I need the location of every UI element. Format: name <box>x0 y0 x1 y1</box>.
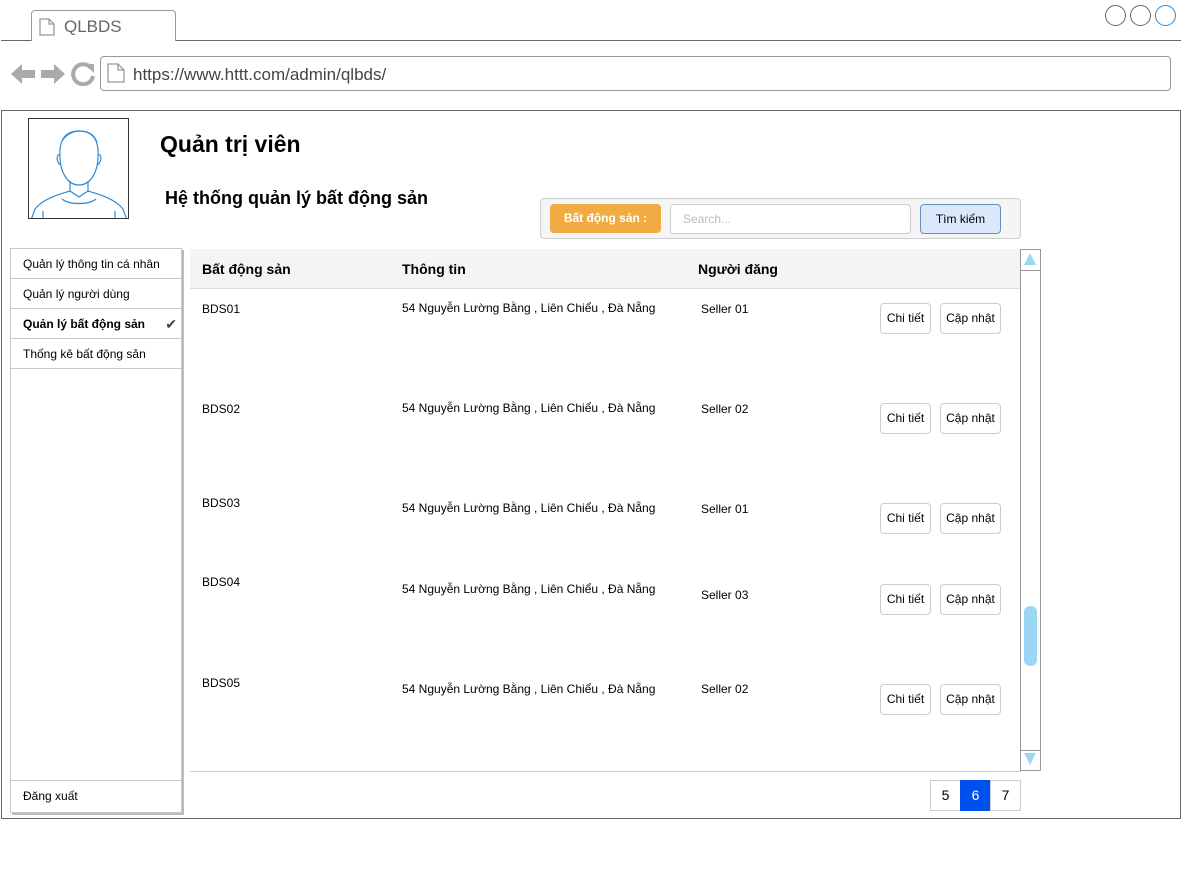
address-bar[interactable]: https://www.httt.com/admin/qlbds/ <box>100 56 1171 91</box>
column-header-info: Thông tin <box>402 261 466 277</box>
update-button[interactable]: Cập nhật <box>940 584 1001 615</box>
table-row: BDS02 54 Nguyễn Lường Bằng , Liên Chiểu … <box>190 389 1021 490</box>
maximize-button[interactable] <box>1130 5 1151 26</box>
detail-button[interactable]: Chi tiết <box>880 303 931 334</box>
detail-button[interactable]: Chi tiết <box>880 584 931 615</box>
table-row: BDS04 54 Nguyễn Lường Bằng , Liên Chiểu … <box>190 570 1021 671</box>
page-title: Quản trị viên <box>160 131 301 157</box>
browser-tab[interactable]: QLBDS <box>31 10 176 42</box>
forward-arrow-icon[interactable] <box>41 62 65 91</box>
scroll-up-arrow-icon[interactable] <box>1024 253 1036 265</box>
table-row: BDS01 54 Nguyễn Lường Bằng , Liên Chiểu … <box>190 289 1021 390</box>
property-info: 54 Nguyễn Lường Bằng , Liên Chiểu , Đà N… <box>402 682 656 696</box>
property-id: BDS02 <box>202 402 241 416</box>
property-id: BDS04 <box>202 575 241 589</box>
poster-name: Seller 02 <box>701 682 749 696</box>
property-info: 54 Nguyễn Lường Bằng , Liên Chiểu , Đà N… <box>402 301 656 315</box>
reload-icon[interactable] <box>71 62 95 91</box>
tab-bar <box>1 1 1181 41</box>
page-subtitle: Hệ thống quản lý bất động sản <box>165 188 428 208</box>
poster-name: Seller 01 <box>701 302 749 316</box>
logout-button[interactable]: Đăng xuất <box>11 780 181 811</box>
sidebar-item-statistics[interactable]: Thống kê bất động sản <box>11 339 181 369</box>
sidebar-item-label: Quản lý người dùng <box>23 287 130 301</box>
vertical-scrollbar[interactable] <box>1020 249 1041 771</box>
sidebar-item-label: Quản lý bất động sản <box>23 317 146 331</box>
property-id: BDS01 <box>202 302 241 316</box>
property-id: BDS03 <box>202 496 241 510</box>
sidebar-item-users[interactable]: Quản lý người dùng <box>11 279 181 309</box>
sidebar: Quản lý thông tin cá nhân Quản lý người … <box>10 248 182 813</box>
update-button[interactable]: Cập nhật <box>940 303 1001 334</box>
poster-name: Seller 01 <box>701 502 749 516</box>
detail-button[interactable]: Chi tiết <box>880 684 931 715</box>
property-id: BDS05 <box>202 676 241 690</box>
column-header-property: Bất động sản <box>202 261 291 277</box>
minimize-button[interactable] <box>1105 5 1126 26</box>
property-info: 54 Nguyễn Lường Bằng , Liên Chiểu , Đà N… <box>402 401 656 415</box>
page-button-7[interactable]: 7 <box>990 780 1021 811</box>
page-button-6[interactable]: 6 <box>960 780 991 811</box>
scrollbar-thumb[interactable] <box>1024 606 1037 666</box>
poster-name: Seller 03 <box>701 588 749 602</box>
avatar <box>28 118 129 219</box>
update-button[interactable]: Cập nhật <box>940 684 1001 715</box>
detail-button[interactable]: Chi tiết <box>880 503 931 534</box>
detail-button[interactable]: Chi tiết <box>880 403 931 434</box>
property-info: 54 Nguyễn Lường Bằng , Liên Chiểu , Đà N… <box>402 582 656 596</box>
tab-title: QLBDS <box>64 17 122 36</box>
close-button[interactable] <box>1155 5 1176 26</box>
sidebar-item-label: Quản lý thông tin cá nhân <box>23 257 160 271</box>
sidebar-item-personal-info[interactable]: Quản lý thông tin cá nhân <box>11 249 181 279</box>
update-button[interactable]: Cập nhật <box>940 403 1001 434</box>
page-button-5[interactable]: 5 <box>930 780 961 811</box>
column-header-poster: Người đăng <box>698 261 778 277</box>
search-button[interactable]: Tìm kiếm <box>920 204 1001 234</box>
checkmark-icon: ✔ <box>165 316 177 332</box>
sidebar-item-label: Thống kê bất động sản <box>23 347 146 361</box>
search-category-label: Bất động sản : <box>550 204 661 233</box>
sidebar-item-real-estate[interactable]: Quản lý bất động sản ✔ <box>11 309 181 339</box>
user-avatar-icon <box>31 130 127 218</box>
page-icon <box>107 63 125 88</box>
table-row: BDS05 54 Nguyễn Lường Bằng , Liên Chiểu … <box>190 670 1021 772</box>
update-button[interactable]: Cập nhật <box>940 503 1001 534</box>
page-icon <box>39 18 55 41</box>
url-text: https://www.httt.com/admin/qlbds/ <box>133 65 387 84</box>
table-row: BDS03 54 Nguyễn Lường Bằng , Liên Chiểu … <box>190 489 1021 571</box>
back-arrow-icon[interactable] <box>11 62 35 91</box>
property-info: 54 Nguyễn Lường Bằng , Liên Chiểu , Đà N… <box>402 501 656 515</box>
scroll-down-arrow-icon[interactable] <box>1024 753 1036 765</box>
poster-name: Seller 02 <box>701 402 749 416</box>
table-header: Bất động sản Thông tin Người đăng <box>190 249 1021 289</box>
search-input[interactable] <box>670 204 911 234</box>
